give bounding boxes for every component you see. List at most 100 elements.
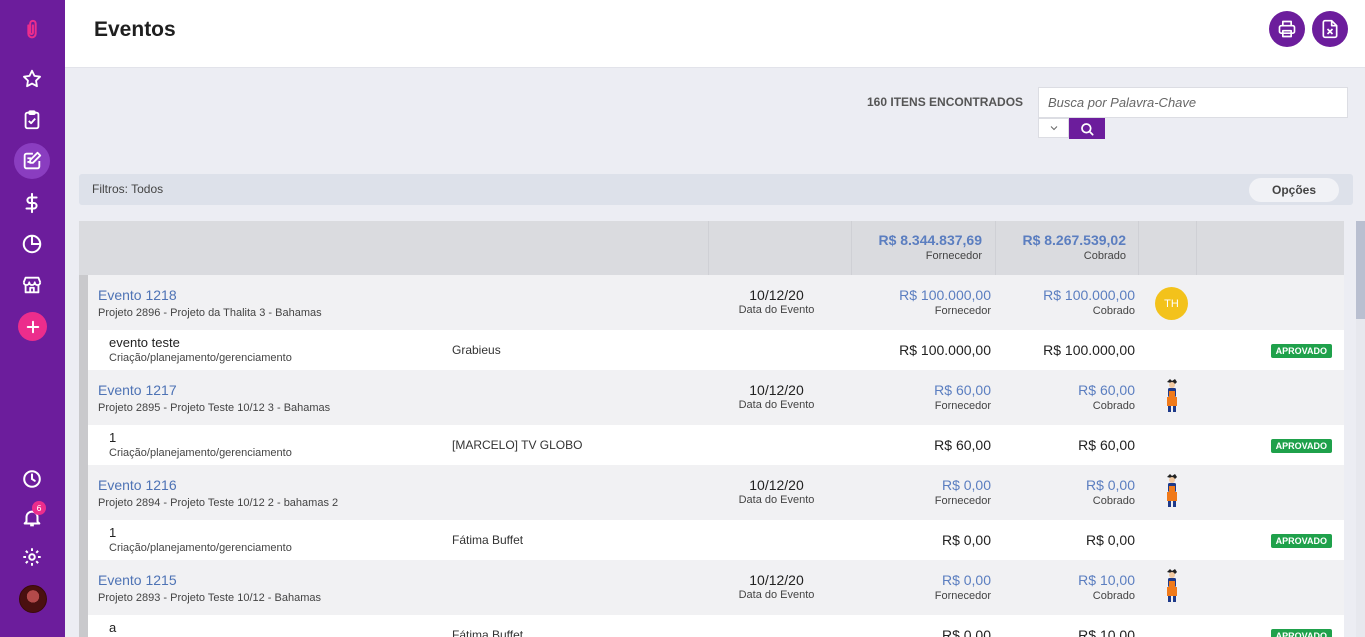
- clipboard-check-icon[interactable]: [14, 102, 50, 138]
- item-cobrado: R$ 0,00: [995, 532, 1135, 548]
- search-button[interactable]: [1069, 118, 1105, 139]
- event-fornecedor-value: R$ 0,00: [941, 477, 991, 493]
- event-fornecedor-label: Fornecedor: [934, 305, 991, 317]
- filters-bar: Filtros: Todos Opções: [79, 174, 1353, 205]
- event-title-link[interactable]: Evento 1217: [98, 382, 177, 398]
- item-fornecedor-value: R$ 0,00: [941, 627, 991, 637]
- total-cobrado-label: Cobrado: [1083, 250, 1126, 262]
- event-row: Evento 1216 Projeto 2894 - Projeto Teste…: [79, 465, 1344, 560]
- item-fornecedor: R$ 60,00: [851, 437, 991, 453]
- user-avatar-figure: [1167, 474, 1177, 507]
- item-cobrado-value: R$ 0,00: [1085, 532, 1135, 548]
- event-date-label: Data do Evento: [738, 494, 815, 506]
- item-name: 1: [109, 430, 117, 445]
- event-fornecedor: R$ 0,00 Fornecedor: [851, 572, 991, 602]
- results-count: 160 ITENS ENCONTRADOS: [867, 95, 1024, 109]
- scrollbar-thumb[interactable]: [1356, 221, 1365, 319]
- event-date-value: 10/12/20: [749, 572, 804, 588]
- item-name: 1: [109, 525, 117, 540]
- scrollbar[interactable]: [1356, 221, 1365, 637]
- event-fornecedor: R$ 100.000,00 Fornecedor: [851, 287, 991, 317]
- paperclip-logo-icon[interactable]: [14, 12, 50, 48]
- event-cobrado-label: Cobrado: [1092, 495, 1135, 507]
- plus-icon[interactable]: [18, 312, 47, 341]
- item-supplier: Fátima Buffet: [452, 628, 524, 637]
- item-cobrado: R$ 60,00: [995, 437, 1135, 453]
- page-header: Eventos: [65, 0, 1365, 68]
- gear-icon[interactable]: [14, 539, 50, 575]
- event-item-row[interactable]: a Fátima Buffet R$ 0,00 R$ 10,00 APROVAD…: [79, 615, 1344, 637]
- total-fornecedor: R$ 8.344.837,69 Fornecedor: [851, 232, 982, 262]
- event-project: Projeto 2893 - Projeto Teste 10/12 - Bah…: [98, 592, 321, 604]
- item-supplier: Grabieus: [452, 343, 501, 357]
- event-date-value: 10/12/20: [749, 382, 804, 398]
- user-avatar-figure: [1167, 379, 1177, 412]
- event-row: Evento 1217 Projeto 2895 - Projeto Teste…: [79, 370, 1344, 465]
- event-cobrado-label: Cobrado: [1092, 305, 1135, 317]
- notification-badge: 6: [32, 501, 46, 515]
- print-button[interactable]: [1269, 11, 1305, 47]
- item-cobrado-value: R$ 10,00: [1078, 627, 1135, 637]
- options-button[interactable]: Opções: [1249, 178, 1339, 202]
- total-cobrado-value: R$ 8.267.539,02: [1022, 232, 1126, 248]
- event-date: 10/12/20 Data do Evento: [708, 572, 845, 601]
- edit-note-icon[interactable]: [14, 143, 50, 179]
- event-cobrado: R$ 0,00 Cobrado: [995, 477, 1135, 507]
- table-totals-header: R$ 8.344.837,69 Fornecedor R$ 8.267.539,…: [79, 221, 1344, 275]
- event-cobrado: R$ 60,00 Cobrado: [995, 382, 1135, 412]
- user-avatar-figure: [1167, 569, 1177, 602]
- search-dropdown-toggle[interactable]: [1038, 118, 1069, 138]
- event-cobrado-label: Cobrado: [1092, 400, 1135, 412]
- event-fornecedor: R$ 0,00 Fornecedor: [851, 477, 991, 507]
- item-fornecedor-value: R$ 60,00: [934, 437, 991, 453]
- event-fornecedor: R$ 60,00 Fornecedor: [851, 382, 991, 412]
- search-input[interactable]: [1038, 87, 1348, 118]
- export-excel-button[interactable]: [1312, 11, 1348, 47]
- item-cobrado-value: R$ 60,00: [1078, 437, 1135, 453]
- item-fornecedor: R$ 0,00: [851, 627, 991, 637]
- dollar-icon[interactable]: [14, 185, 50, 221]
- event-item-row[interactable]: evento teste Criação/planejamento/gerenc…: [79, 330, 1344, 370]
- chevron-down-icon: [1050, 126, 1057, 131]
- event-date-value: 10/12/20: [749, 477, 804, 493]
- events-table: R$ 8.344.837,69 Fornecedor R$ 8.267.539,…: [79, 221, 1344, 637]
- event-project: Projeto 2894 - Projeto Teste 10/12 2 - b…: [98, 497, 339, 509]
- event-title-link[interactable]: Evento 1218: [98, 287, 177, 303]
- column-divider: [1196, 221, 1197, 275]
- pie-chart-icon[interactable]: [14, 226, 50, 262]
- item-supplier: Fátima Buffet: [452, 533, 524, 547]
- item-fornecedor-value: R$ 0,00: [941, 532, 991, 548]
- event-item-row[interactable]: 1 Criação/planejamento/gerenciamento Fát…: [79, 520, 1344, 560]
- event-date-label: Data do Evento: [738, 399, 815, 411]
- status-badge: APROVADO: [1270, 534, 1332, 548]
- event-project: Projeto 2896 - Projeto da Thalita 3 - Ba…: [98, 307, 322, 319]
- total-fornecedor-label: Fornecedor: [925, 250, 982, 262]
- item-supplier: [MARCELO] TV GLOBO: [452, 438, 583, 452]
- event-fornecedor-value: R$ 100.000,00: [899, 287, 991, 303]
- store-icon[interactable]: [14, 267, 50, 303]
- clock-icon[interactable]: [14, 461, 50, 497]
- event-title-link[interactable]: Evento 1215: [98, 572, 177, 588]
- event-summary-row[interactable]: Evento 1217 Projeto 2895 - Projeto Teste…: [79, 370, 1344, 425]
- item-fornecedor: R$ 0,00: [851, 532, 991, 548]
- event-fornecedor-value: R$ 0,00: [941, 572, 991, 588]
- item-cobrado-value: R$ 100.000,00: [1043, 342, 1135, 358]
- event-summary-row[interactable]: Evento 1218 Projeto 2896 - Projeto da Th…: [79, 275, 1344, 330]
- total-fornecedor-value: R$ 8.344.837,69: [878, 232, 982, 248]
- event-title-link[interactable]: Evento 1216: [98, 477, 177, 493]
- event-fornecedor-label: Fornecedor: [934, 495, 991, 507]
- excel-export-icon: [1322, 19, 1338, 39]
- user-avatar[interactable]: [19, 585, 47, 613]
- event-summary-row[interactable]: Evento 1216 Projeto 2894 - Projeto Teste…: [79, 465, 1344, 520]
- event-cobrado-label: Cobrado: [1092, 590, 1135, 602]
- item-name: a: [109, 620, 117, 635]
- star-icon[interactable]: [14, 61, 50, 97]
- event-cobrado-value: R$ 100.000,00: [1043, 287, 1135, 303]
- page-title: Eventos: [94, 18, 176, 41]
- item-category: Criação/planejamento/gerenciamento: [109, 542, 292, 554]
- event-summary-row[interactable]: Evento 1215 Projeto 2893 - Projeto Teste…: [79, 560, 1344, 615]
- search-icon: [1081, 122, 1094, 136]
- event-item-row[interactable]: 1 Criação/planejamento/gerenciamento [MA…: [79, 425, 1344, 465]
- item-cobrado: R$ 10,00: [995, 627, 1135, 637]
- status-badge: APROVADO: [1270, 439, 1332, 453]
